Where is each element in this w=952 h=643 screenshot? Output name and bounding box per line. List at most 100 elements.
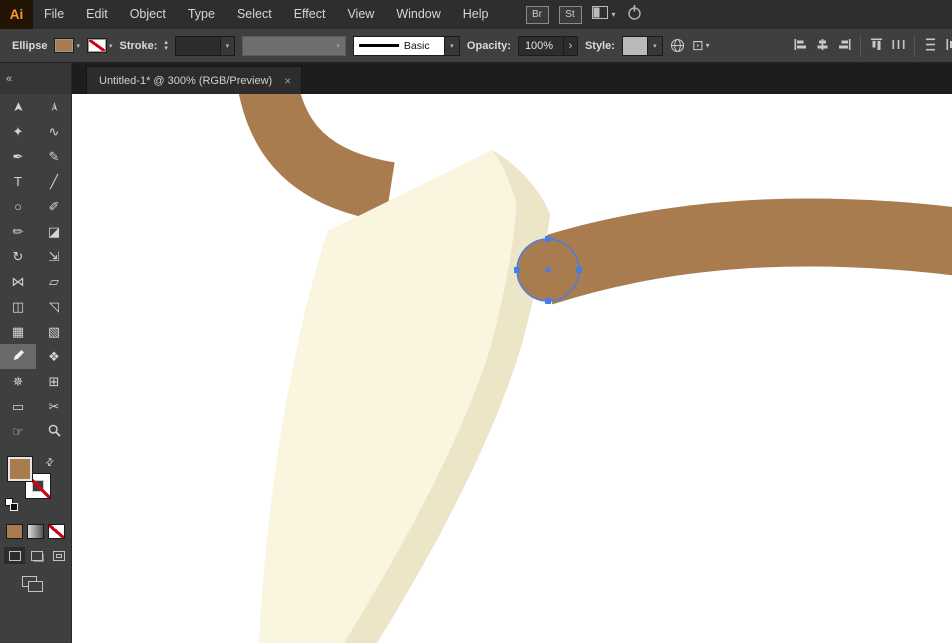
fill-color-control[interactable]: ▾ <box>54 38 80 53</box>
magic-wand-tool-icon: ✦ <box>12 123 24 139</box>
horn-band-left[interactable] <box>238 94 396 222</box>
close-tab-icon[interactable]: × <box>284 75 291 87</box>
hand-tool-icon: ☞ <box>12 423 24 439</box>
distribute-group <box>924 38 952 54</box>
gradient-tool[interactable]: ▧ <box>36 319 72 344</box>
menu-effect[interactable]: Effect <box>283 0 337 29</box>
menu-select[interactable]: Select <box>226 0 283 29</box>
brush-definition-select[interactable]: Basic <box>352 35 445 56</box>
selection-handle-bottom[interactable] <box>545 298 551 304</box>
gradient-tool-icon: ▧ <box>47 323 61 339</box>
pen-tool[interactable]: ✒ <box>0 144 36 169</box>
color-type-buttons <box>0 516 71 539</box>
selection-tool[interactable]: ➤ <box>0 94 36 119</box>
shaper-tool[interactable]: ✏ <box>0 219 36 244</box>
chevron-down-icon[interactable]: ▾ <box>219 36 234 55</box>
swap-fill-stroke-icon[interactable]: ⇄ <box>43 456 57 470</box>
menu-window[interactable]: Window <box>385 0 451 29</box>
chevron-right-icon: › <box>568 39 573 52</box>
mesh-tool-icon: ▦ <box>11 323 25 339</box>
collapse-panel-button[interactable]: « <box>6 73 12 85</box>
menu-object[interactable]: Object <box>119 0 177 29</box>
align-vertical-group <box>870 38 905 54</box>
align-right-button[interactable] <box>838 38 851 54</box>
hand-tool[interactable]: ☞ <box>0 419 36 444</box>
artboard-tool[interactable]: ▭ <box>0 394 36 419</box>
default-fill-stroke-icon[interactable] <box>5 498 20 512</box>
horn-band-right[interactable] <box>531 198 952 305</box>
distribute-vertical-button[interactable] <box>924 38 937 54</box>
magic-wand-tool[interactable]: ✦ <box>0 119 36 144</box>
change-screen-mode-button[interactable] <box>22 576 44 592</box>
draw-inside-button[interactable] <box>48 547 69 564</box>
slice-tool[interactable]: ✂ <box>36 394 72 419</box>
free-transform-tool[interactable]: ▱ <box>36 269 72 294</box>
fill-swatch[interactable] <box>7 456 33 482</box>
width-tool[interactable]: ⋈ <box>0 269 36 294</box>
ellipse-tool[interactable]: ○ <box>0 194 36 219</box>
style-control[interactable]: ▾ <box>621 35 663 56</box>
symbol-sprayer-tool[interactable]: ✵ <box>0 369 36 394</box>
graph-tool[interactable]: ⊞ <box>36 369 72 394</box>
opacity-input[interactable]: 100% <box>517 35 564 56</box>
rotate-tool[interactable]: ↻ <box>0 244 36 269</box>
document-tab[interactable]: Untitled-1* @ 300% (RGB/Preview) × <box>86 66 303 94</box>
align-top-button[interactable] <box>870 38 883 54</box>
paintbrush-tool[interactable]: ✐ <box>36 194 72 219</box>
align-center-button[interactable] <box>816 38 829 54</box>
selection-handle-top[interactable] <box>545 236 551 242</box>
line-segment-tool[interactable]: ╱ <box>36 169 72 194</box>
style-label: Style: <box>584 39 615 52</box>
shape-builder-tool[interactable]: ◫ <box>0 294 36 319</box>
menu-type[interactable]: Type <box>177 0 226 29</box>
distribute-horizontal-button[interactable] <box>892 38 905 54</box>
align-left-button[interactable] <box>794 38 807 54</box>
mesh-tool[interactable]: ▦ <box>0 319 36 344</box>
selection-handle-left[interactable] <box>514 267 520 273</box>
curvature-tool[interactable]: ✎ <box>36 144 72 169</box>
opacity-control[interactable]: 100% › <box>517 35 578 56</box>
stock-button[interactable]: St <box>558 5 582 24</box>
menu-help[interactable]: Help <box>452 0 500 29</box>
stroke-weight-stepper[interactable]: ▴ ▾ <box>164 39 168 52</box>
direct-selection-tool[interactable]: ➢ <box>36 94 72 119</box>
selection-handle-right[interactable] <box>576 267 582 273</box>
stroke-weight-select[interactable]: ▾ <box>174 35 235 56</box>
document-tab-bar: « Untitled-1* @ 300% (RGB/Preview) × <box>0 63 952 94</box>
opacity-panel-arrow[interactable]: › <box>563 35 578 56</box>
draw-behind-button[interactable] <box>26 547 47 564</box>
gradient-button[interactable] <box>27 524 44 539</box>
bridge-button[interactable]: Br <box>525 5 549 24</box>
selection-center-point[interactable] <box>545 267 551 273</box>
artboard-canvas[interactable] <box>72 94 952 643</box>
document-setup-globe-icon[interactable] <box>670 38 685 53</box>
style-dropdown-button[interactable]: ▾ <box>647 35 663 56</box>
type-tool[interactable]: T <box>0 169 36 194</box>
pen-tool-icon: ✒ <box>12 148 24 164</box>
eyedropper-tool[interactable] <box>0 344 36 369</box>
menu-view[interactable]: View <box>336 0 385 29</box>
scale-tool[interactable]: ⇲ <box>36 244 72 269</box>
zoom-tool[interactable] <box>36 419 72 444</box>
menu-edit[interactable]: Edit <box>75 0 119 29</box>
transform-panel-button[interactable]: ⊡ ▾ <box>692 37 710 54</box>
eraser-tool[interactable]: ◪ <box>36 219 72 244</box>
draw-normal-button[interactable] <box>4 547 25 564</box>
menu-file[interactable]: File <box>33 0 75 29</box>
blend-tool[interactable]: ❖ <box>36 344 72 369</box>
none-button[interactable] <box>48 524 65 539</box>
stroke-color-control[interactable]: ▾ <box>86 38 113 53</box>
artboard-tool-icon: ▭ <box>11 398 25 414</box>
gpu-performance-icon[interactable] <box>626 4 643 26</box>
workspace-switcher[interactable]: ▾ <box>591 5 616 24</box>
opacity-value: 100% <box>524 39 554 52</box>
color-button[interactable] <box>6 524 23 539</box>
chevron-down-icon: ▾ <box>108 42 113 50</box>
stepper-down-icon[interactable]: ▾ <box>164 45 168 52</box>
distribute-spacing-button[interactable] <box>946 38 952 54</box>
brush-dropdown-button[interactable]: ▾ <box>444 35 460 56</box>
brush-definition-control[interactable]: Basic ▾ <box>352 35 460 56</box>
free-transform-tool-icon: ▱ <box>49 273 59 289</box>
lasso-tool[interactable]: ∿ <box>36 119 72 144</box>
perspective-grid-tool[interactable]: ◹ <box>36 294 72 319</box>
